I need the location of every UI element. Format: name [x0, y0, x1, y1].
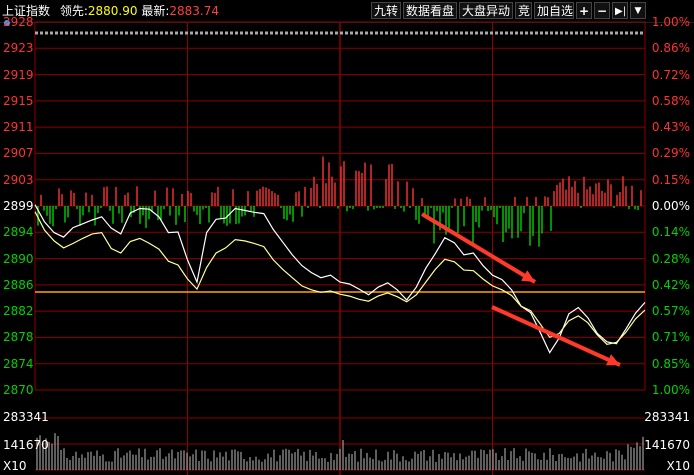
- price-tick-label: 2886: [3, 277, 34, 292]
- percent-tick-label: 0.42%: [651, 277, 690, 292]
- percent-tick-label: 0.43%: [651, 120, 690, 135]
- price-tick-label: 2911: [3, 120, 34, 135]
- volume-unit-right: X10: [666, 459, 691, 473]
- percent-tick-label: 1.00%: [651, 383, 690, 397]
- price-tick-label: 2903: [3, 172, 34, 187]
- price-tick-label: 2882: [3, 304, 34, 319]
- percent-tick-label: 0.85%: [651, 356, 690, 371]
- price-tick-label: 2870: [3, 383, 34, 397]
- price-tick-label: 2928: [3, 15, 34, 29]
- percent-tick-label: 0.29%: [651, 146, 690, 161]
- chart-grid: [4, 20, 646, 475]
- percent-tick-label: 0.58%: [651, 93, 690, 108]
- volume-unit-left: X10: [3, 459, 27, 473]
- percent-tick-label: 0.28%: [651, 251, 690, 266]
- price-tick-label: 2923: [3, 41, 34, 56]
- percent-tick-label: 0.14%: [651, 225, 690, 240]
- price-tick-label: 2874: [3, 356, 34, 371]
- volume-top-right: 283341: [644, 410, 690, 424]
- price-tick-label: 2915: [3, 93, 34, 108]
- intraday-chart: [4, 20, 646, 475]
- percent-tick-label: 0.00%: [651, 199, 690, 213]
- price-tick-label: 2890: [3, 251, 34, 266]
- percent-tick-label: 0.72%: [651, 67, 690, 82]
- percent-tick-label: 1.00%: [651, 15, 690, 29]
- volume-mid-right: 141670: [644, 438, 690, 452]
- price-tick-label: 2899: [3, 199, 34, 213]
- percent-tick-label: 0.57%: [651, 304, 690, 319]
- percent-tick-label: 0.71%: [651, 330, 690, 345]
- price-tick-label: 2907: [3, 146, 34, 161]
- percent-tick-label: 0.86%: [651, 41, 690, 56]
- volume-mid-left: 141670: [3, 438, 49, 452]
- price-tick-label: 2878: [3, 330, 34, 345]
- percent-tick-label: 0.15%: [651, 172, 690, 187]
- price-tick-label: 2894: [3, 225, 34, 240]
- annotations: [420, 212, 621, 367]
- volume-top-left: 283341: [3, 410, 49, 424]
- price-tick-label: 2919: [3, 67, 34, 82]
